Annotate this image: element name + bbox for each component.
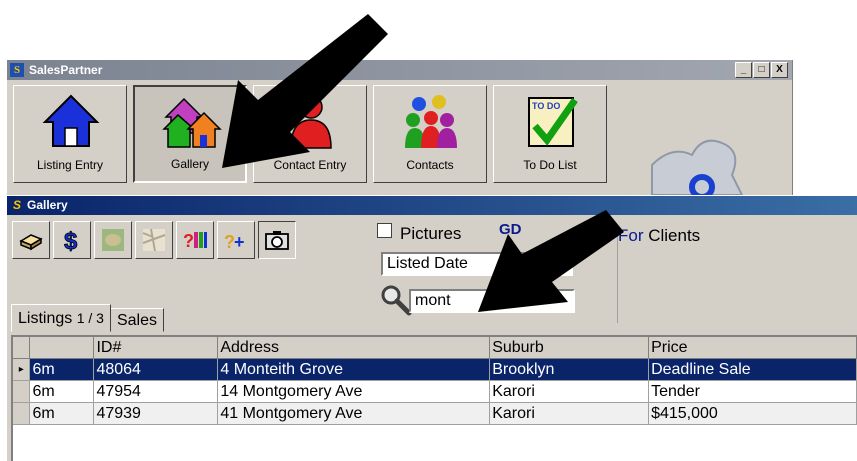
puzzle-logo-icon [651, 139, 744, 195]
listing-entry-label: Listing Entry [36, 158, 104, 172]
for-clients-prefix: For [618, 226, 644, 245]
row-suburb[interactable]: Karori [489, 380, 650, 403]
listings-grid[interactable]: ID# Address Suburb Price ▸ 6m 48064 4 Mo… [11, 335, 857, 461]
row-price[interactable]: $415,000 [648, 402, 857, 425]
row-indicator-icon: ▸ [13, 358, 31, 381]
pictures-checkbox-box[interactable] [377, 223, 392, 238]
grid-header-indicator [13, 337, 31, 359]
grid-header-type[interactable] [29, 337, 95, 359]
tab-sales[interactable]: Sales [109, 308, 164, 332]
tray-button[interactable] [12, 221, 50, 259]
row-id[interactable]: 48064 [93, 358, 219, 381]
main-window-title: SalesPartner [29, 63, 103, 77]
listing-tabs: Listings 1 / 3 Sales [11, 304, 164, 332]
row-price[interactable]: Tender [648, 380, 857, 403]
salespartner-window: S SalesPartner _ □ X Listing Entry Galle… [7, 60, 793, 195]
street-map-icon [142, 228, 166, 252]
todo-check-icon: TO DO [528, 97, 578, 147]
maximize-button[interactable]: □ [753, 62, 770, 78]
grid-header-id[interactable]: ID# [93, 337, 219, 359]
row-indicator [13, 402, 31, 425]
gallery-window-title: Gallery [27, 198, 68, 212]
contacts-button[interactable]: Contacts [373, 85, 487, 183]
pictures-label: Pictures [400, 224, 462, 243]
listing-entry-button[interactable]: Listing Entry [13, 85, 127, 183]
row-price[interactable]: Deadline Sale [648, 358, 857, 381]
contact-entry-label: Contact Entry [273, 158, 347, 172]
row-type[interactable]: 6m [29, 358, 95, 381]
svg-text:+: + [234, 232, 245, 252]
houses-icon [162, 97, 222, 148]
gallery-label: Gallery [170, 157, 209, 171]
row-suburb[interactable]: Brooklyn [489, 358, 650, 381]
gallery-title-bar[interactable]: S Gallery [7, 196, 857, 215]
pictures-checkbox[interactable]: Pictures [377, 223, 461, 244]
table-row[interactable]: 6m 47954 14 Montgomery Ave Karori Tender [13, 380, 857, 403]
gd-label: GD [499, 221, 522, 238]
row-suburb[interactable]: Karori [489, 402, 650, 425]
tab-listings[interactable]: Listings 1 / 3 [11, 304, 111, 332]
question-plus-icon: ? + [224, 232, 245, 252]
question-bars-icon: ? [183, 231, 207, 251]
sort-order-select[interactable]: Listed Date [381, 252, 573, 276]
person-icon [290, 95, 332, 149]
table-row[interactable]: 6m 47939 41 Montgomery Ave Karori $415,0… [13, 402, 857, 425]
row-type[interactable]: 6m [29, 380, 95, 403]
app-logo-icon: S [10, 63, 24, 77]
todo-list-label: To Do List [523, 158, 577, 172]
tab-listings-label: Listings [18, 310, 73, 327]
map-button[interactable] [94, 221, 132, 259]
tray-icon [19, 234, 43, 251]
contacts-label: Contacts [406, 158, 454, 172]
row-id[interactable]: 47939 [93, 402, 219, 425]
house-icon [42, 94, 100, 147]
main-title-bar[interactable]: S SalesPartner _ □ X [7, 60, 792, 80]
row-type[interactable]: 6m [29, 402, 95, 425]
close-button[interactable]: X [771, 62, 788, 78]
gallery-window: S Gallery $ ? ? + Pictures GD Listed Dat… [7, 196, 857, 461]
main-toolbar: Listing Entry Gallery Contact Entry Cont… [13, 85, 607, 183]
gallery-app-glyph: S [13, 198, 22, 212]
grid-header-suburb[interactable]: Suburb [489, 337, 650, 359]
camera-icon [265, 231, 289, 250]
grid-header-price[interactable]: Price [648, 337, 857, 359]
row-address[interactable]: 14 Montgomery Ave [217, 380, 491, 403]
for-clients-text: Clients [643, 226, 701, 245]
question-plus-button[interactable]: ? + [217, 221, 255, 259]
dollar-button[interactable]: $ [53, 221, 91, 259]
contact-entry-button[interactable]: Contact Entry [253, 85, 367, 183]
magnifier-icon[interactable] [380, 284, 412, 316]
svg-text:TO DO: TO DO [532, 101, 560, 111]
search-input[interactable]: mont [409, 289, 575, 313]
svg-text:$: $ [64, 228, 78, 253]
camera-button[interactable] [258, 221, 296, 259]
dollar-icon: $ [64, 228, 79, 253]
gallery-button[interactable]: Gallery [133, 85, 247, 183]
svg-text:?: ? [183, 231, 194, 251]
row-id[interactable]: 47954 [93, 380, 219, 403]
row-indicator [13, 380, 31, 403]
todo-list-button[interactable]: TO DO To Do List [493, 85, 607, 183]
grid-header-address[interactable]: Address [217, 337, 491, 359]
gallery-toolbar: $ ? ? + [12, 221, 296, 259]
row-address[interactable]: 41 Montgomery Ave [217, 402, 491, 425]
map-icon [102, 229, 124, 251]
grid-header-row: ID# Address Suburb Price [13, 337, 857, 359]
question-bars-button[interactable]: ? [176, 221, 214, 259]
tab-listings-count: 1 / 3 [76, 310, 104, 326]
people-icon [405, 95, 457, 148]
row-address[interactable]: 4 Monteith Grove [217, 358, 491, 381]
street-map-button[interactable] [135, 221, 173, 259]
table-row[interactable]: ▸ 6m 48064 4 Monteith Grove Brooklyn Dea… [13, 358, 857, 381]
minimize-button[interactable]: _ [735, 62, 752, 78]
for-clients-panel: For Clients [617, 226, 818, 323]
